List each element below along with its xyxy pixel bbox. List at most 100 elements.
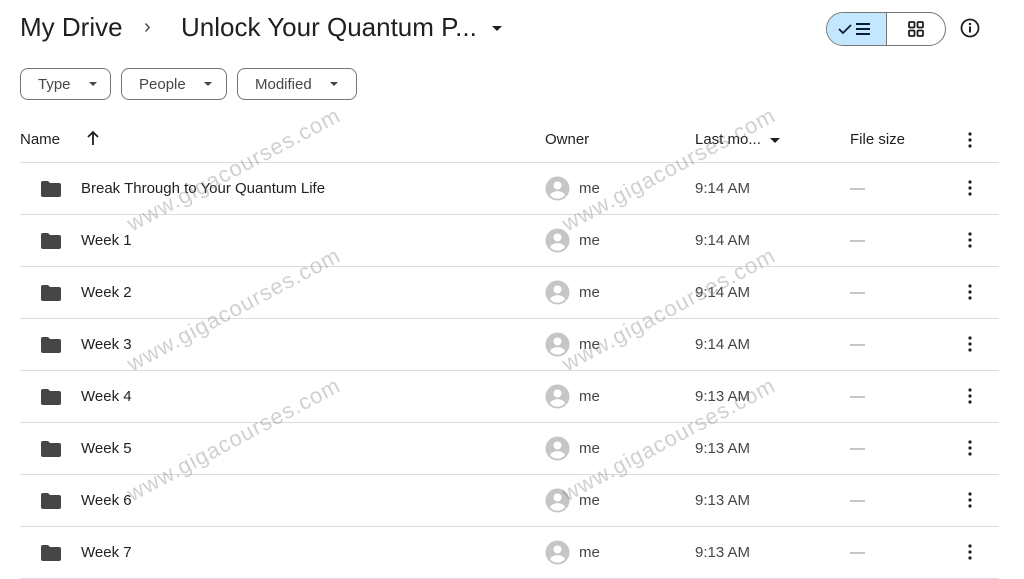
file-name[interactable]: Week 2 — [81, 284, 132, 301]
avatar-icon — [545, 228, 570, 253]
avatar-icon — [545, 488, 570, 513]
file-size: — — [850, 232, 865, 249]
more-vert-icon — [968, 544, 972, 560]
list-view-button[interactable] — [827, 13, 887, 45]
breadcrumb-current-folder[interactable]: Unlock Your Quantum P... — [181, 12, 477, 43]
table-row[interactable]: Week 4 me 9:13 AM — — [20, 371, 999, 423]
file-name[interactable]: Week 3 — [81, 336, 132, 353]
filter-modified[interactable]: Modified — [237, 68, 357, 100]
caret-down-icon — [88, 82, 97, 86]
more-vert-icon — [968, 132, 972, 148]
folder-icon — [41, 389, 61, 405]
last-modified: 9:13 AM — [695, 544, 751, 561]
last-modified: 9:13 AM — [695, 440, 751, 457]
breadcrumb-my-drive[interactable]: My Drive — [20, 12, 123, 43]
grid-view-button[interactable] — [887, 13, 946, 45]
owner: me — [579, 336, 600, 353]
row-more-button[interactable] — [960, 333, 980, 355]
file-name[interactable]: Week 7 — [81, 544, 132, 561]
row-more-button[interactable] — [960, 281, 980, 303]
caret-down-icon — [329, 82, 338, 86]
table-row[interactable]: Week 3 me 9:14 AM — — [20, 319, 999, 371]
file-name[interactable]: Week 1 — [81, 232, 132, 249]
more-vert-icon — [968, 180, 972, 196]
info-button[interactable] — [958, 16, 982, 40]
header: My Drive › Unlock Your Quantum P... — [0, 0, 1024, 60]
filter-type-label: Type — [38, 75, 71, 93]
file-size: — — [850, 440, 865, 457]
more-vert-icon — [968, 492, 972, 508]
table-row[interactable]: Week 5 me 9:13 AM — — [20, 423, 999, 475]
owner: me — [579, 388, 600, 405]
file-list: Name Owner Last mo... File size Break Th… — [20, 118, 999, 579]
row-more-button[interactable] — [960, 437, 980, 459]
last-modified: 9:14 AM — [695, 336, 751, 353]
row-more-button[interactable] — [960, 385, 980, 407]
file-name[interactable]: Week 5 — [81, 440, 132, 457]
more-vert-icon — [968, 284, 972, 300]
folder-icon — [41, 233, 61, 249]
owner: me — [579, 440, 600, 457]
column-header-name[interactable]: Name — [20, 131, 60, 148]
column-header-file-size[interactable]: File size — [850, 131, 905, 148]
avatar-icon — [545, 384, 570, 409]
caret-down-icon — [203, 82, 212, 86]
filter-people[interactable]: People — [121, 68, 227, 100]
chevron-right-icon: › — [144, 16, 151, 38]
last-modified: 9:14 AM — [695, 232, 751, 249]
caret-down-icon[interactable] — [492, 26, 502, 31]
caret-down-icon[interactable] — [770, 138, 780, 143]
avatar-icon — [545, 436, 570, 461]
folder-icon — [41, 545, 61, 561]
avatar-icon — [545, 540, 570, 565]
avatar-icon — [545, 332, 570, 357]
filter-type[interactable]: Type — [20, 68, 111, 100]
row-more-button[interactable] — [960, 541, 980, 563]
file-size: — — [850, 388, 865, 405]
filter-chips: Type People Modified — [20, 68, 357, 100]
row-more-button[interactable] — [960, 489, 980, 511]
filter-modified-label: Modified — [255, 75, 312, 93]
table-row[interactable]: Break Through to Your Quantum Life me 9:… — [20, 163, 999, 215]
arrow-up-icon[interactable] — [85, 129, 101, 151]
table-header: Name Owner Last mo... File size — [20, 118, 999, 163]
file-name[interactable]: Break Through to Your Quantum Life — [81, 180, 325, 197]
more-vert-icon — [968, 232, 972, 248]
column-header-owner[interactable]: Owner — [545, 131, 589, 148]
last-modified: 9:13 AM — [695, 492, 751, 509]
file-name[interactable]: Week 4 — [81, 388, 132, 405]
owner: me — [579, 284, 600, 301]
owner: me — [579, 492, 600, 509]
file-size: — — [850, 492, 865, 509]
folder-icon — [41, 285, 61, 301]
more-vert-icon — [968, 388, 972, 404]
table-row[interactable]: Week 1 me 9:14 AM — — [20, 215, 999, 267]
table-row[interactable]: Week 6 me 9:13 AM — — [20, 475, 999, 527]
last-modified: 9:13 AM — [695, 388, 751, 405]
column-options-button[interactable] — [960, 129, 980, 151]
table-row[interactable]: Week 2 me 9:14 AM — — [20, 267, 999, 319]
row-more-button[interactable] — [960, 177, 980, 199]
file-size: — — [850, 336, 865, 353]
folder-icon — [41, 441, 61, 457]
filter-people-label: People — [139, 75, 186, 93]
row-more-button[interactable] — [960, 229, 980, 251]
check-list-icon — [838, 23, 871, 35]
owner: me — [579, 544, 600, 561]
grid-icon — [907, 21, 924, 37]
file-size: — — [850, 284, 865, 301]
folder-icon — [41, 493, 61, 509]
folder-icon — [41, 337, 61, 353]
owner: me — [579, 232, 600, 249]
table-row[interactable]: Week 7 me 9:13 AM — — [20, 527, 999, 579]
column-header-last-modified[interactable]: Last mo... — [695, 131, 761, 148]
owner: me — [579, 180, 600, 197]
more-vert-icon — [968, 440, 972, 456]
file-size: — — [850, 180, 865, 197]
avatar-icon — [545, 280, 570, 305]
avatar-icon — [545, 176, 570, 201]
file-name[interactable]: Week 6 — [81, 492, 132, 509]
file-size: — — [850, 544, 865, 561]
view-toggle — [826, 12, 946, 46]
folder-icon — [41, 181, 61, 197]
